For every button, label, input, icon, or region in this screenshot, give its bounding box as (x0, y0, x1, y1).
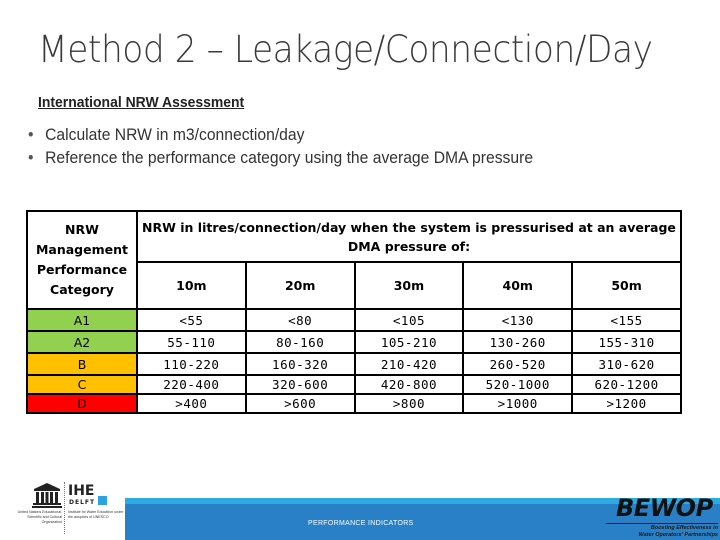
bewop-tagline-line: Water Operators' Partnerships (638, 532, 718, 538)
footer-label: PERFORMANCE INDICATORS (308, 520, 414, 527)
bullet-text: Calculate NRW in m3/connection/day (45, 126, 305, 144)
value-cell: 105-210 (353, 330, 465, 354)
value-cell: 620-1200 (571, 374, 682, 395)
bewop-tagline: Boosting Effectiveness in Water Operator… (606, 523, 718, 539)
value-cell: <155 (571, 308, 682, 332)
bullet-item: • Calculate NRW in m3/connection/day (28, 124, 533, 147)
category-cell: C (26, 374, 138, 395)
pressure-header: 40m (462, 261, 574, 310)
slide-subtitle: International NRW Assessment (38, 94, 245, 111)
pressure-header: 20m (244, 261, 356, 310)
category-cell: A1 (26, 308, 138, 332)
value-cell: 320-600 (244, 374, 356, 395)
value-cell: 160-320 (244, 352, 356, 376)
value-cell: 220-400 (135, 374, 247, 395)
value-cell: >600 (244, 393, 356, 414)
value-cell: <80 (244, 308, 356, 332)
table-row: C 220-400 320-600 420-800 520-1000 620-1… (26, 374, 682, 395)
pressure-header: 30m (353, 261, 465, 310)
value-cell: 55-110 (135, 330, 247, 354)
delft-wordmark: DELFT (69, 499, 96, 506)
category-header-line: Management (35, 242, 128, 257)
table-row: D >400 >600 >800 >1000 >1200 (26, 393, 682, 414)
unesco-temple-icon (32, 483, 62, 508)
pressure-header: 10m (135, 261, 247, 310)
bullet-icon: • (28, 149, 34, 167)
value-cell: 155-310 (571, 330, 682, 354)
table-row: B 110-220 160-320 210-420 260-520 310-62… (26, 352, 682, 376)
value-cell: 520-1000 (462, 374, 574, 395)
value-cell: >1200 (571, 393, 682, 414)
ihe-wordmark: IHE (68, 483, 95, 499)
value-cell: 80-160 (244, 330, 356, 354)
value-cell: <130 (462, 308, 574, 332)
value-cell: 420-800 (353, 374, 465, 395)
category-cell: A2 (26, 330, 138, 354)
value-cell: >1000 (462, 393, 574, 414)
category-header-line: NRW (65, 222, 99, 237)
table-row: A1 <55 <80 <105 <130 <155 (26, 308, 682, 332)
bullet-icon: • (28, 126, 34, 144)
bewop-logo: BEWOP Boosting Effectiveness in Water Op… (600, 496, 720, 540)
slide-title: Method 2 – Leakage/Connection/Day (38, 28, 653, 71)
nrw-performance-table: NRW Management Performance Category NRW … (26, 210, 683, 414)
bewop-wordmark: BEWOP (616, 494, 713, 522)
pressure-header: 50m (571, 261, 682, 310)
ihe-caption: Institute for Water Education under the … (68, 510, 124, 519)
category-cell: D (26, 393, 138, 414)
value-cell: >400 (135, 393, 247, 414)
category-header-line: Category (50, 282, 114, 297)
bullet-item: • Reference the performance category usin… (28, 147, 533, 170)
bullet-list: • Calculate NRW in m3/connection/day • Ref… (28, 124, 560, 170)
value-cell: <55 (135, 308, 247, 332)
category-header: NRW Management Performance Category (26, 210, 138, 310)
unesco-caption: United Nations Educational, Scientific a… (17, 510, 62, 524)
bewop-tagline-line: Boosting Effectiveness in (650, 525, 718, 531)
value-cell: 260-520 (462, 352, 574, 376)
value-cell: <105 (353, 308, 465, 332)
pressure-span-header: NRW in litres/connection/day when the sy… (135, 210, 683, 263)
value-cell: 310-620 (571, 352, 682, 376)
category-header-line: Performance (36, 262, 128, 277)
value-cell: 210-420 (353, 352, 465, 376)
category-cell: B (26, 352, 138, 376)
table-row: A2 55-110 80-160 105-210 130-260 155-310 (26, 330, 682, 354)
ihe-square-icon (98, 496, 107, 505)
logo-separator (64, 482, 65, 534)
unesco-ihe-logo: United Nations Educational, Scientific a… (4, 480, 124, 538)
value-cell: 130-260 (462, 330, 574, 354)
value-cell: >800 (353, 393, 465, 414)
bullet-text: Reference the performance category using… (45, 149, 534, 167)
value-cell: 110-220 (135, 352, 247, 376)
table-header-row: NRW Management Performance Category NRW … (26, 210, 683, 310)
